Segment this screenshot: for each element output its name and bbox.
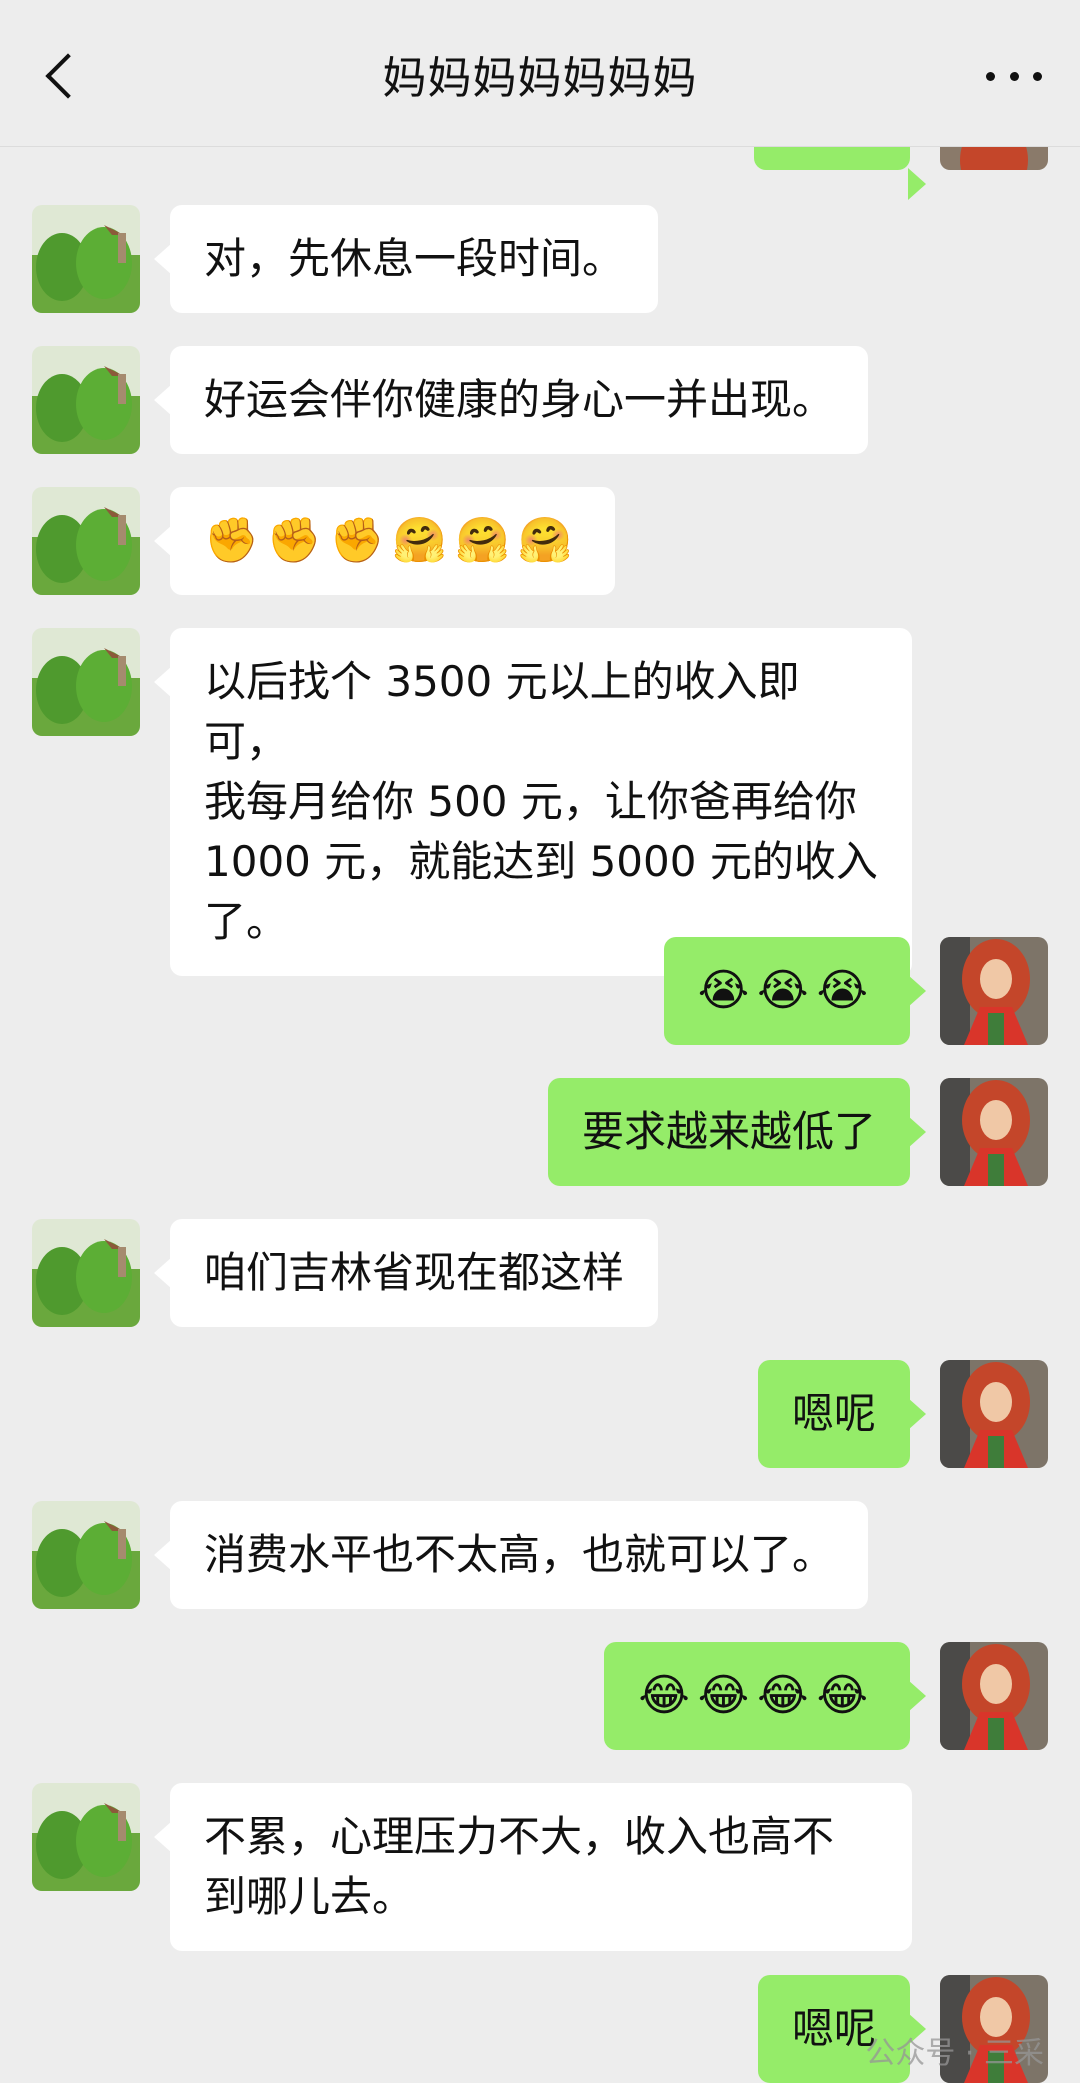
watermark: 公众号 · 三采 <box>865 2036 1044 2071</box>
chat-title: 妈妈妈妈妈妈妈 <box>382 53 698 104</box>
contact-avatar[interactable] <box>32 205 140 313</box>
contact-avatar[interactable] <box>32 1783 140 1891</box>
contact-avatar[interactable] <box>32 628 140 736</box>
my-avatar[interactable] <box>940 1078 1048 1186</box>
contact-avatar[interactable] <box>32 1501 140 1609</box>
chat-header: 妈妈妈妈妈妈妈 <box>0 0 1080 147</box>
contact-avatar[interactable] <box>32 346 140 454</box>
message-bubble[interactable]: 消费水平也不太高，也就可以了。 <box>153 1501 869 1609</box>
my-avatar[interactable] <box>940 937 1048 1045</box>
my-avatar[interactable] <box>940 1642 1048 1750</box>
my-avatar[interactable] <box>940 1360 1048 1468</box>
message-bubble[interactable]: 以后找个 3500 元以上的收入即可， 我每月给你 500 元，让你爸再给你 1… <box>154 628 912 976</box>
message-bubble[interactable]: 咱们吉林省现在都这样 <box>153 1219 659 1327</box>
more-options-icon[interactable] <box>986 56 1042 96</box>
message-bubble[interactable]: 对，先休息一段时间。 <box>153 205 659 313</box>
message-bubble[interactable]: ✊✊✊🤗🤗🤗 <box>154 487 615 595</box>
message-bubble[interactable]: 好运会伴你健康的身心一并出现。 <box>153 346 869 454</box>
contact-avatar[interactable] <box>32 487 140 595</box>
message-bubble[interactable]: 不累，心理压力不大，收入也高不 到哪儿去。 <box>154 1783 912 1951</box>
message-bubble[interactable]: 😂😂😂😂 <box>604 1642 926 1750</box>
contact-avatar[interactable] <box>32 1219 140 1327</box>
message-bubble[interactable]: 要求越来越低了 <box>547 1078 927 1186</box>
message-bubble[interactable]: 😭😭😭 <box>663 937 927 1045</box>
message-bubble[interactable]: 嗯呢 <box>757 1360 927 1468</box>
